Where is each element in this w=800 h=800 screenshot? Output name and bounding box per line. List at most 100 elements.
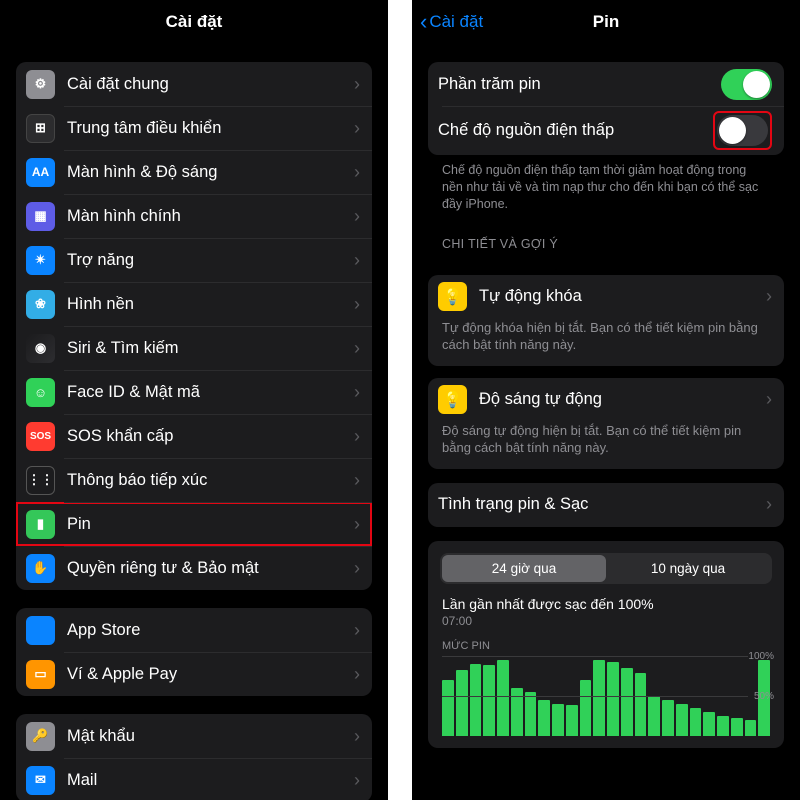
bulb-icon: 💡	[438, 385, 467, 414]
chevron-right-icon: ›	[354, 726, 360, 747]
settings-row-privacy[interactable]: ✋ Quyền riêng tư & Bảo mật›	[16, 546, 372, 590]
settings-row-label: Màn hình & Độ sáng	[67, 163, 354, 182]
axis-100: 100%	[748, 651, 774, 662]
chart-bar	[483, 665, 495, 735]
accessibility-icon: ✴︎	[26, 246, 55, 275]
chart-bar	[662, 700, 674, 736]
autolock-desc: Tự động khóa hiện bị tắt. Bạn có thể tiế…	[428, 319, 784, 366]
display-icon: AA	[26, 158, 55, 187]
battery-header: ‹ Cài đặt Pin	[412, 0, 800, 44]
chevron-right-icon: ›	[354, 558, 360, 579]
settings-row-label: Hình nền	[67, 295, 354, 314]
wallpaper-icon: ❀	[26, 290, 55, 319]
low-power-switch[interactable]	[717, 115, 768, 146]
wallet-icon: ▭	[26, 660, 55, 689]
settings-group: ⚙︎Cài đặt chung›⊞Trung tâm điều khiển›AA…	[16, 62, 372, 590]
settings-row-label: Màn hình chính	[67, 207, 354, 226]
chart-bar	[745, 720, 757, 736]
chevron-right-icon: ›	[354, 426, 360, 447]
settings-row-siri[interactable]: ◉Siri & Tìm kiếm›	[16, 326, 372, 370]
settings-row-label: Quyền riêng tư & Bảo mật	[67, 559, 354, 578]
settings-row-label: Trung tâm điều khiển	[67, 119, 354, 138]
settings-row-display[interactable]: AA Màn hình & Độ sáng›	[16, 150, 372, 194]
chart-bar	[580, 680, 592, 736]
chevron-right-icon: ›	[354, 74, 360, 95]
settings-row-passwords[interactable]: 🔑Mật khẩu›	[16, 714, 372, 758]
level-label: MỨC PIN	[428, 630, 784, 656]
time-segment[interactable]: 24 giờ qua 10 ngày qua	[440, 553, 772, 584]
chevron-right-icon: ›	[354, 514, 360, 535]
mail-icon: ✉︎	[26, 766, 55, 795]
chevron-right-icon: ›	[354, 250, 360, 271]
chevron-right-icon: ›	[354, 620, 360, 641]
settings-row-faceid[interactable]: ☺Face ID & Mật mã›	[16, 370, 372, 414]
battery-percent-switch[interactable]	[721, 69, 772, 100]
segment-24h[interactable]: 24 giờ qua	[442, 555, 606, 582]
back-button[interactable]: ‹ Cài đặt	[420, 0, 483, 44]
chart-bar	[442, 680, 454, 736]
passwords-icon: 🔑	[26, 722, 55, 751]
battery-health-row[interactable]: Tình trạng pin & Sạc ›	[428, 483, 784, 527]
battery-screen: ‹ Cài đặt Pin Phần trăm pin Chế độ nguồn…	[412, 0, 800, 800]
chart-bar	[497, 660, 509, 736]
autobright-desc: Độ sáng tự động hiện bị tắt. Bạn có thể …	[428, 422, 784, 469]
settings-row-label: Mail	[67, 771, 354, 790]
settings-row-label: Pin	[67, 515, 354, 534]
segment-10d[interactable]: 10 ngày qua	[606, 555, 770, 582]
chevron-right-icon: ›	[354, 664, 360, 685]
chart-bar	[593, 660, 605, 736]
control-center-icon: ⊞	[26, 114, 55, 143]
autolock-title: Tự động khóa	[479, 287, 766, 306]
chart-bar	[552, 704, 564, 736]
chevron-right-icon: ›	[354, 162, 360, 183]
chevron-right-icon: ›	[766, 494, 772, 515]
chart-bar	[456, 670, 468, 736]
autobright-title: Độ sáng tự động	[479, 390, 766, 409]
faceid-icon: ☺	[26, 378, 55, 407]
chart-bar	[525, 692, 537, 736]
suggestion-autobright[interactable]: 💡 Độ sáng tự động › Độ sáng tự động hiện…	[428, 378, 784, 469]
chevron-right-icon: ›	[766, 286, 772, 307]
privacy-icon: ✋	[26, 554, 55, 583]
chart-bar	[621, 668, 633, 736]
settings-row-wallpaper[interactable]: ❀Hình nền›	[16, 282, 372, 326]
chart-bar	[538, 700, 550, 736]
settings-row-exposure[interactable]: ⋮⋮Thông báo tiếp xúc›	[16, 458, 372, 502]
settings-row-label: SOS khẩn cấp	[67, 427, 354, 446]
axis-50: 50%	[754, 691, 774, 702]
usage-group: 24 giờ qua 10 ngày qua Lần gần nhất được…	[428, 541, 784, 748]
settings-row-gear[interactable]: ⚙︎ Cài đặt chung›	[16, 62, 372, 106]
chart-bar	[648, 696, 660, 736]
chevron-right-icon: ›	[354, 118, 360, 139]
battery-percent-row[interactable]: Phần trăm pin	[428, 62, 784, 106]
chevron-right-icon: ›	[354, 338, 360, 359]
chevron-left-icon: ‹	[420, 11, 427, 33]
settings-row-accessibility[interactable]: ✴︎Trợ năng›	[16, 238, 372, 282]
settings-row-label: Cài đặt chung	[67, 75, 354, 94]
settings-title: Cài đặt	[166, 12, 223, 32]
settings-row-appstore[interactable]: App Store›	[16, 608, 372, 652]
exposure-icon: ⋮⋮	[26, 466, 55, 495]
settings-row-home-screen[interactable]: ▦Màn hình chính›	[16, 194, 372, 238]
chart-bar	[607, 662, 619, 736]
suggestion-autolock[interactable]: 💡 Tự động khóa › Tự động khóa hiện bị tắ…	[428, 275, 784, 366]
settings-row-mail[interactable]: ✉︎Mail›	[16, 758, 372, 800]
chart-bar	[470, 664, 482, 736]
settings-row-sos[interactable]: SOS SOS khẩn cấp›	[16, 414, 372, 458]
low-power-row[interactable]: Chế độ nguồn điện thấp	[428, 106, 784, 155]
battery-health-group: Tình trạng pin & Sạc ›	[428, 483, 784, 527]
battery-title: Pin	[593, 12, 619, 32]
low-power-label: Chế độ nguồn điện thấp	[438, 121, 713, 140]
last-charge-time: 07:00	[442, 614, 770, 628]
settings-row-label: Thông báo tiếp xúc	[67, 471, 354, 490]
chart-bar	[717, 716, 729, 736]
settings-row-wallet[interactable]: ▭ Ví & Apple Pay›	[16, 652, 372, 696]
toggle-group: Phần trăm pin Chế độ nguồn điện thấp	[428, 62, 784, 155]
sos-icon: SOS	[26, 422, 55, 451]
settings-row-label: Siri & Tìm kiếm	[67, 339, 354, 358]
settings-row-label: Ví & Apple Pay	[67, 665, 354, 684]
settings-row-control-center[interactable]: ⊞ Trung tâm điều khiển›	[16, 106, 372, 150]
settings-row-battery[interactable]: ▮Pin›	[16, 502, 372, 546]
gear-icon: ⚙︎	[26, 70, 55, 99]
chart-bar	[731, 718, 743, 736]
